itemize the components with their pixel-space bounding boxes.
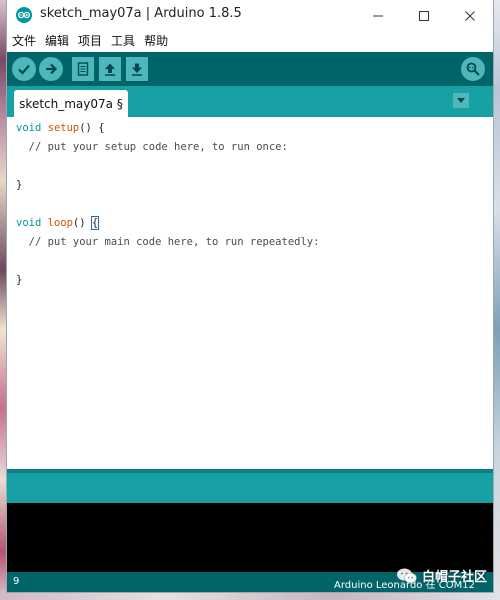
verify-button[interactable] <box>12 57 36 81</box>
save-icon <box>132 63 142 76</box>
code-editor[interactable]: void setup() { // put your setup code he… <box>7 117 493 469</box>
watermark: 白帽子社区 <box>396 566 487 585</box>
minimize-icon <box>373 15 383 16</box>
save-button[interactable] <box>126 57 148 81</box>
menu-tools[interactable]: 工具 <box>106 31 139 51</box>
bracket-match-highlight: { <box>90 216 100 230</box>
code-line: // put your main code here, to run repea… <box>16 236 320 248</box>
upload-icon <box>46 63 58 75</box>
code-line: void setup() { <box>16 122 105 134</box>
tab-menu-icon <box>457 98 465 103</box>
upload-button[interactable] <box>39 57 63 81</box>
menu-sketch[interactable]: 项目 <box>73 31 106 51</box>
code-line: } <box>16 179 23 191</box>
line-number: 9 <box>13 576 20 587</box>
verify-icon <box>18 64 30 75</box>
wechat-logo-icon <box>397 568 417 583</box>
serial-monitor-button[interactable] <box>461 57 485 81</box>
tab-menu-button[interactable] <box>453 93 469 108</box>
new-sketch-button[interactable] <box>72 57 94 81</box>
new-icon <box>77 62 89 76</box>
menu-bar: 文件 编辑 项目 工具 帮助 <box>7 31 493 51</box>
minimize-button[interactable] <box>355 0 401 31</box>
toolbar <box>7 52 493 86</box>
maximize-icon <box>419 10 429 21</box>
menu-file[interactable]: 文件 <box>7 31 40 51</box>
tab-sketch-may07a[interactable]: sketch_may07a § <box>14 90 128 117</box>
watermark-text: 白帽子社区 <box>422 570 488 585</box>
editor-scrollbar[interactable] <box>485 117 493 469</box>
close-icon <box>465 10 475 21</box>
menu-edit[interactable]: 编辑 <box>40 31 73 51</box>
title-bar[interactable]: sketch_may07a | Arduino 1.8.5 <box>7 0 493 31</box>
code-line: void loop() { <box>16 216 100 230</box>
serial-monitor-icon <box>466 62 480 76</box>
tab-strip: sketch_may07a § <box>7 86 493 117</box>
code-line: // put your setup code here, to run once… <box>16 141 288 153</box>
open-button[interactable] <box>99 57 121 81</box>
maximize-button[interactable] <box>401 0 447 31</box>
message-area <box>7 473 493 503</box>
menu-help[interactable]: 帮助 <box>139 31 172 51</box>
code-line: } <box>16 274 23 286</box>
window-title: sketch_may07a | Arduino 1.8.5 <box>40 6 242 21</box>
arduino-logo-icon <box>16 7 32 23</box>
close-button[interactable] <box>447 0 493 31</box>
arduino-ide-window: sketch_may07a | Arduino 1.8.5 文件 编辑 项目 工… <box>7 0 493 592</box>
console-output[interactable] <box>7 503 493 572</box>
open-icon <box>105 63 115 76</box>
